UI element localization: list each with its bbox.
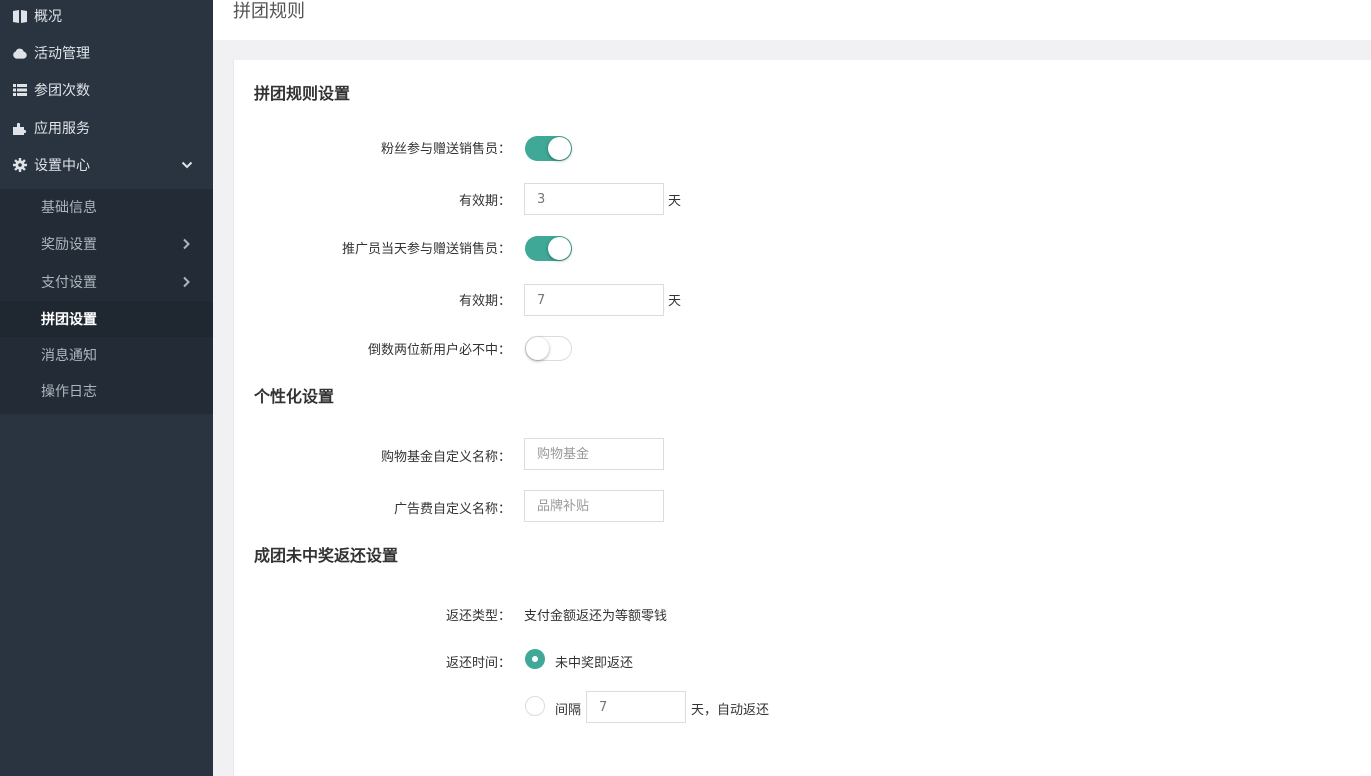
ad-fee-label: 广告费自定义名称：	[393, 502, 511, 517]
sidebar-item-settings[interactable]: 设置中心	[0, 147, 213, 183]
last-two-label: 倒数两位新用户必不中：	[367, 343, 511, 358]
validity2-label: 有效期：	[458, 294, 511, 309]
ad-fee-input[interactable]	[524, 490, 664, 522]
fund-name-input[interactable]	[524, 438, 664, 470]
submenu-item-operation-log[interactable]: 操作日志	[0, 373, 213, 409]
section-title-personal: 个性化设置	[254, 387, 335, 406]
refund-interval-prefix: 间隔	[555, 703, 582, 718]
puzzle-icon	[13, 121, 27, 135]
chevron-right-icon	[181, 276, 191, 288]
submenu-item-notifications[interactable]: 消息通知	[0, 337, 213, 373]
submenu-item-label: 拼团设置	[41, 312, 97, 328]
refund-type-label: 返还类型：	[445, 609, 511, 624]
promoter-gift-toggle[interactable]	[525, 236, 572, 261]
toggle-knob	[548, 237, 571, 260]
submenu-item-label: 基础信息	[41, 200, 97, 216]
refund-time-label: 返还时间：	[445, 656, 511, 671]
chevron-down-icon	[181, 159, 193, 171]
validity1-label: 有效期：	[458, 194, 511, 209]
submenu-item-payment[interactable]: 支付设置	[0, 264, 213, 300]
validity2-input[interactable]	[524, 284, 664, 316]
cloud-icon	[13, 46, 27, 60]
sidebar-item-label: 设置中心	[34, 158, 90, 174]
fan-gift-toggle[interactable]	[525, 136, 572, 161]
sidebar-item-overview[interactable]: 概况	[0, 0, 213, 34]
fund-name-label: 购物基金自定义名称：	[380, 450, 511, 465]
settings-panel: 拼团规则设置 粉丝参与赠送销售员： 有效期： 天 推广员当天参与赠送销售员： 有…	[233, 60, 1371, 776]
refund-interval-input[interactable]	[586, 691, 686, 723]
refund-immediate-label: 未中奖即返还	[555, 656, 634, 671]
chevron-right-icon	[181, 238, 191, 250]
validity2-unit: 天	[668, 294, 682, 309]
refund-type-value: 支付金额返还为等额零钱	[524, 609, 668, 624]
gear-icon	[13, 158, 27, 172]
fan-gift-label: 粉丝参与赠送销售员：	[380, 142, 511, 157]
sidebar-item-label: 应用服务	[34, 121, 90, 137]
page-header: 拼团规则	[213, 0, 1371, 40]
submenu-item-label: 操作日志	[41, 384, 97, 400]
submenu-item-group-settings[interactable]: 拼团设置	[0, 301, 213, 337]
refund-immediate-radio[interactable]	[525, 649, 545, 669]
submenu-item-label: 支付设置	[41, 275, 97, 291]
sidebar-item-apps[interactable]: 应用服务	[0, 110, 213, 146]
settings-submenu: 基础信息 奖励设置 支付设置 拼团设置 消息通知 操作日志	[0, 189, 213, 414]
refund-interval-radio[interactable]	[525, 696, 545, 716]
toggle-knob	[526, 337, 549, 360]
submenu-item-rewards[interactable]: 奖励设置	[0, 226, 213, 262]
submenu-item-basic-info[interactable]: 基础信息	[0, 189, 213, 225]
validity1-input[interactable]	[524, 183, 664, 215]
list-icon	[13, 83, 27, 97]
sidebar-item-group-count[interactable]: 参团次数	[0, 72, 213, 108]
validity1-unit: 天	[668, 194, 682, 209]
section-title-rules: 拼团规则设置	[254, 84, 351, 103]
section-title-refund: 成团未中奖返还设置	[254, 546, 399, 565]
sidebar-item-label: 参团次数	[34, 83, 90, 99]
book-icon	[13, 9, 27, 23]
toggle-knob	[548, 137, 571, 160]
sidebar-item-label: 活动管理	[34, 46, 90, 62]
refund-interval-suffix: 天，自动返还	[691, 703, 770, 718]
submenu-item-label: 奖励设置	[41, 237, 97, 253]
sidebar-item-activity[interactable]: 活动管理	[0, 35, 213, 71]
submenu-item-label: 消息通知	[41, 348, 97, 364]
last-two-toggle[interactable]	[525, 336, 572, 361]
promoter-gift-label: 推广员当天参与赠送销售员：	[341, 242, 511, 257]
sidebar: 概况 活动管理 参团次数 应用服务 设置中心 基础信息 奖励设置 支付设置 拼团…	[0, 0, 213, 776]
sidebar-item-label: 概况	[34, 9, 62, 25]
page-title: 拼团规则	[233, 1, 305, 22]
